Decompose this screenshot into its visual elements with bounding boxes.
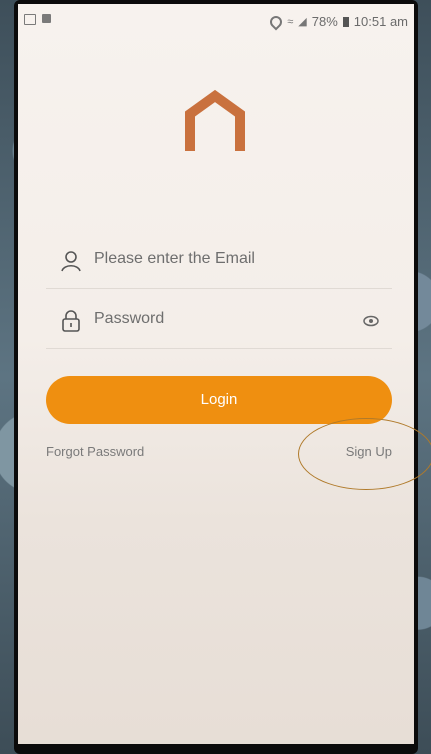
gallery-icon [24, 14, 36, 25]
app-screen: ≈ ◢ 78% 10:51 am Please enter the Email … [18, 4, 414, 744]
password-field[interactable]: Password [46, 292, 392, 349]
status-bar: ≈ ◢ 78% 10:51 am [18, 4, 414, 38]
app-logo-icon [185, 89, 245, 151]
forgot-password-link[interactable]: Forgot Password [46, 444, 144, 459]
lock-icon [62, 310, 80, 332]
location-icon [267, 13, 285, 30]
wifi-icon: ≈ [287, 15, 294, 28]
eye-icon[interactable] [362, 314, 380, 328]
password-input[interactable]: Password [94, 310, 164, 328]
email-input[interactable]: Please enter the Email [94, 250, 255, 268]
battery-icon [342, 16, 349, 27]
video-icon [42, 14, 51, 23]
battery-percent: 78% [311, 14, 338, 29]
email-field[interactable]: Please enter the Email [46, 232, 392, 289]
status-time: 10:51 am [353, 14, 408, 29]
user-icon [61, 251, 81, 272]
annotation-circle [298, 418, 431, 490]
signal-icon: ◢ [298, 16, 307, 28]
login-button[interactable]: Login [46, 376, 392, 424]
